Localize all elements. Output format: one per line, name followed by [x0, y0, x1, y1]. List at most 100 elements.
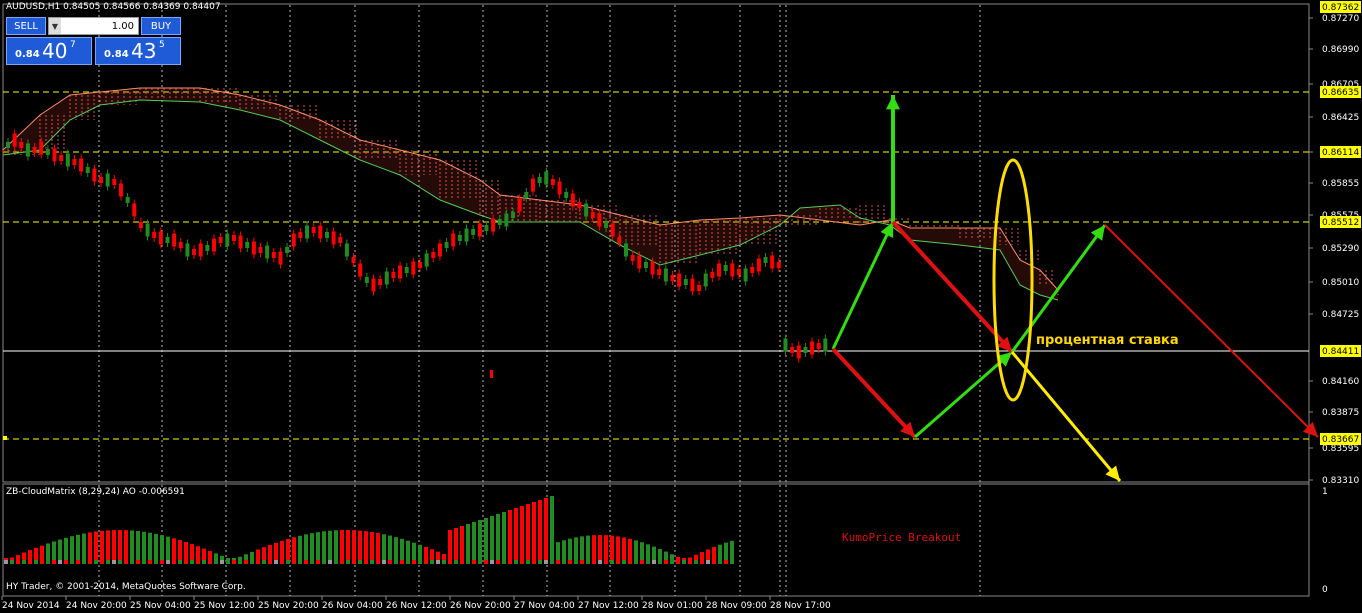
histogram-dot: [664, 560, 668, 564]
chevron-down-icon[interactable]: ▼: [49, 18, 61, 34]
histogram-dot: [604, 560, 608, 564]
histogram-dot: [532, 560, 536, 564]
candle-body: [245, 242, 250, 248]
candle-body: [431, 252, 436, 258]
candle-body: [736, 269, 741, 275]
buy-button[interactable]: BUY: [141, 17, 181, 35]
histogram-bar: [262, 547, 266, 560]
histogram-bar: [274, 542, 278, 560]
candle-body: [770, 255, 775, 269]
time-axis-label: 28 Nov 01:00: [642, 601, 703, 611]
lot-size-value[interactable]: 1.00: [61, 21, 138, 32]
histogram-dot: [40, 560, 44, 564]
histogram-bar: [460, 526, 464, 560]
histogram-bar: [652, 546, 656, 560]
histogram-bar: [334, 530, 338, 560]
arrowhead: [886, 95, 900, 110]
histogram-dot: [460, 560, 464, 564]
histogram-dot: [580, 560, 584, 564]
histogram-dot: [172, 560, 176, 564]
candle-body: [371, 278, 376, 292]
candle-body: [803, 347, 808, 353]
price-axis-label: 0.87270: [1322, 14, 1359, 24]
histogram-bar: [202, 548, 206, 560]
one-click-trading-panel: SELL ▼ 1.00 BUY 0.84 40 7 0.84 43 5: [6, 17, 181, 66]
candle-body: [477, 223, 482, 237]
histogram-dot: [700, 560, 704, 564]
histogram-bar: [526, 504, 530, 560]
histogram-dot: [10, 560, 14, 564]
candle-body: [285, 247, 290, 253]
price-axis-label: 0.86990: [1322, 45, 1359, 55]
histogram-dot: [316, 560, 320, 564]
histogram-bar: [190, 544, 194, 560]
histogram-dot: [148, 560, 152, 564]
histogram-bar: [400, 538, 404, 560]
histogram-bar: [508, 510, 512, 560]
histogram-dot: [514, 560, 518, 564]
histogram-bar: [580, 536, 584, 560]
histogram-dot: [70, 560, 74, 564]
histogram-dot: [118, 560, 122, 564]
histogram-dot: [250, 560, 254, 564]
candle-body: [198, 243, 203, 257]
histogram-bar: [160, 535, 164, 560]
histogram-dot: [352, 560, 356, 564]
candle-body: [677, 273, 682, 287]
histogram-bar: [700, 552, 704, 560]
arrowhead: [1090, 225, 1105, 241]
candle-body: [604, 222, 609, 228]
histogram-bar: [346, 530, 350, 560]
candle-body: [630, 255, 635, 261]
candle-body: [730, 263, 735, 277]
histogram-dot: [556, 560, 560, 564]
histogram-bar: [142, 531, 146, 560]
histogram-dot: [322, 560, 326, 564]
indicator-scale-top: 1: [1322, 487, 1328, 497]
sell-button[interactable]: SELL: [6, 17, 46, 35]
histogram-dot: [388, 560, 392, 564]
forecast-arrows: [831, 95, 1319, 482]
histogram-bar: [28, 550, 32, 560]
histogram-bar: [4, 558, 8, 560]
histogram-dot: [220, 560, 224, 564]
histogram-dot: [394, 560, 398, 564]
histogram-bar: [724, 542, 728, 560]
histogram-bar: [418, 544, 422, 560]
histogram-dot: [658, 560, 662, 564]
histogram-bar: [634, 540, 638, 560]
price-axis-label: 0.84160: [1322, 377, 1359, 387]
candle-body: [670, 275, 675, 281]
buy-price-quote[interactable]: 0.84 43 5: [95, 37, 181, 65]
lot-size-field[interactable]: ▼ 1.00: [48, 17, 139, 35]
histogram-dot: [400, 560, 404, 564]
histogram-dot: [106, 560, 110, 564]
histogram-bar: [244, 554, 248, 560]
candle-body: [557, 181, 562, 195]
forecast-arrow-line: [1104, 224, 1319, 438]
histogram-bar: [280, 540, 284, 560]
candle-body: [451, 233, 456, 247]
histogram-dot: [436, 560, 440, 564]
time-axis-label: 26 Nov 04:00: [322, 601, 383, 611]
candle-body: [25, 143, 30, 157]
candle-body: [152, 232, 157, 238]
level-marker: [3, 436, 7, 440]
candle-body: [65, 153, 70, 167]
sell-price-quote[interactable]: 0.84 40 7: [6, 37, 92, 65]
histogram-bar: [574, 537, 578, 560]
histogram-dot: [430, 560, 434, 564]
histogram-dot: [634, 560, 638, 564]
indicator-title: ZB-CloudMatrix (8,29,24) AO -0.006591: [6, 487, 185, 497]
candle-body: [291, 233, 296, 247]
sell-price-pips: 40: [42, 39, 68, 63]
candle-body: [517, 198, 522, 212]
histogram-dot: [154, 560, 158, 564]
candle-body: [238, 235, 243, 249]
histogram-dot: [544, 560, 548, 564]
price-axis-label: 0.83595: [1322, 444, 1359, 454]
candle-body: [45, 149, 50, 155]
histogram-bar: [184, 542, 188, 560]
chart-canvas[interactable]: 0.872700.869900.867050.864250.861450.858…: [0, 0, 1362, 613]
price-axis-label: 0.83875: [1322, 408, 1359, 418]
